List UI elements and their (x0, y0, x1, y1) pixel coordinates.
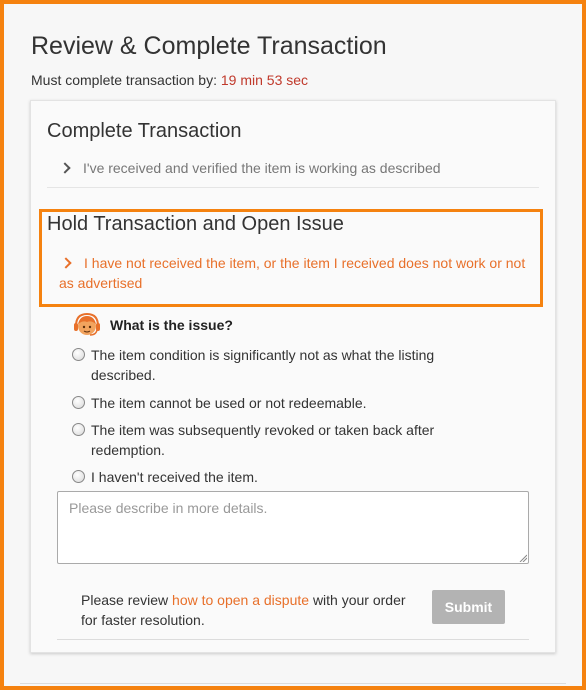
review-prefix: Please review (81, 592, 169, 608)
countdown-timer: 19 min 53 sec (220, 72, 309, 88)
page-title: Review & Complete Transaction (31, 32, 387, 60)
issue-option-condition[interactable]: The item condition is significantly not … (72, 345, 492, 385)
hold-transaction-option[interactable]: I have not received the item, or the ite… (59, 253, 529, 293)
issue-question: What is the issue? (110, 317, 233, 333)
issue-option-label: The item condition is significantly not … (91, 347, 435, 383)
issue-option-label: I haven't received the item. (91, 469, 258, 485)
radio-button[interactable] (72, 348, 85, 361)
issue-option-unusable[interactable]: The item cannot be used or not redeemabl… (72, 393, 492, 413)
issue-header: What is the issue? (72, 312, 233, 338)
footer-divider (57, 639, 529, 640)
dispute-guide-link[interactable]: how to open a dispute (172, 592, 309, 608)
radio-button[interactable] (72, 396, 85, 409)
complete-transaction-option[interactable]: I've received and verified the item is w… (59, 160, 541, 176)
issue-option-not-received[interactable]: I haven't received the item. (72, 467, 492, 487)
deadline-label: Must complete transaction by: (31, 72, 217, 88)
issue-option-label: The item cannot be used or not redeemabl… (91, 395, 367, 411)
deadline-text: Must complete transaction by: 19 min 53 … (31, 72, 308, 88)
hold-transaction-option-label: I have not received the item, or the ite… (59, 255, 526, 291)
issue-option-revoked[interactable]: The item was subsequently revoked or tak… (72, 420, 492, 460)
chevron-right-icon (59, 162, 71, 174)
hold-transaction-title: Hold Transaction and Open Issue (47, 213, 344, 235)
radio-button[interactable] (72, 423, 85, 436)
issue-option-label: The item was subsequently revoked or tak… (91, 422, 435, 458)
support-agent-icon (72, 312, 102, 338)
submit-button[interactable]: Submit (432, 590, 505, 624)
section-divider (47, 187, 539, 188)
issue-details-input[interactable] (57, 491, 529, 564)
radio-button[interactable] (72, 470, 85, 483)
review-note: Please review how to open a dispute with… (81, 590, 411, 630)
chevron-right-icon (60, 257, 72, 269)
complete-transaction-option-label: I've received and verified the item is w… (83, 160, 441, 176)
bottom-divider (20, 683, 566, 684)
complete-transaction-title: Complete Transaction (47, 120, 242, 142)
